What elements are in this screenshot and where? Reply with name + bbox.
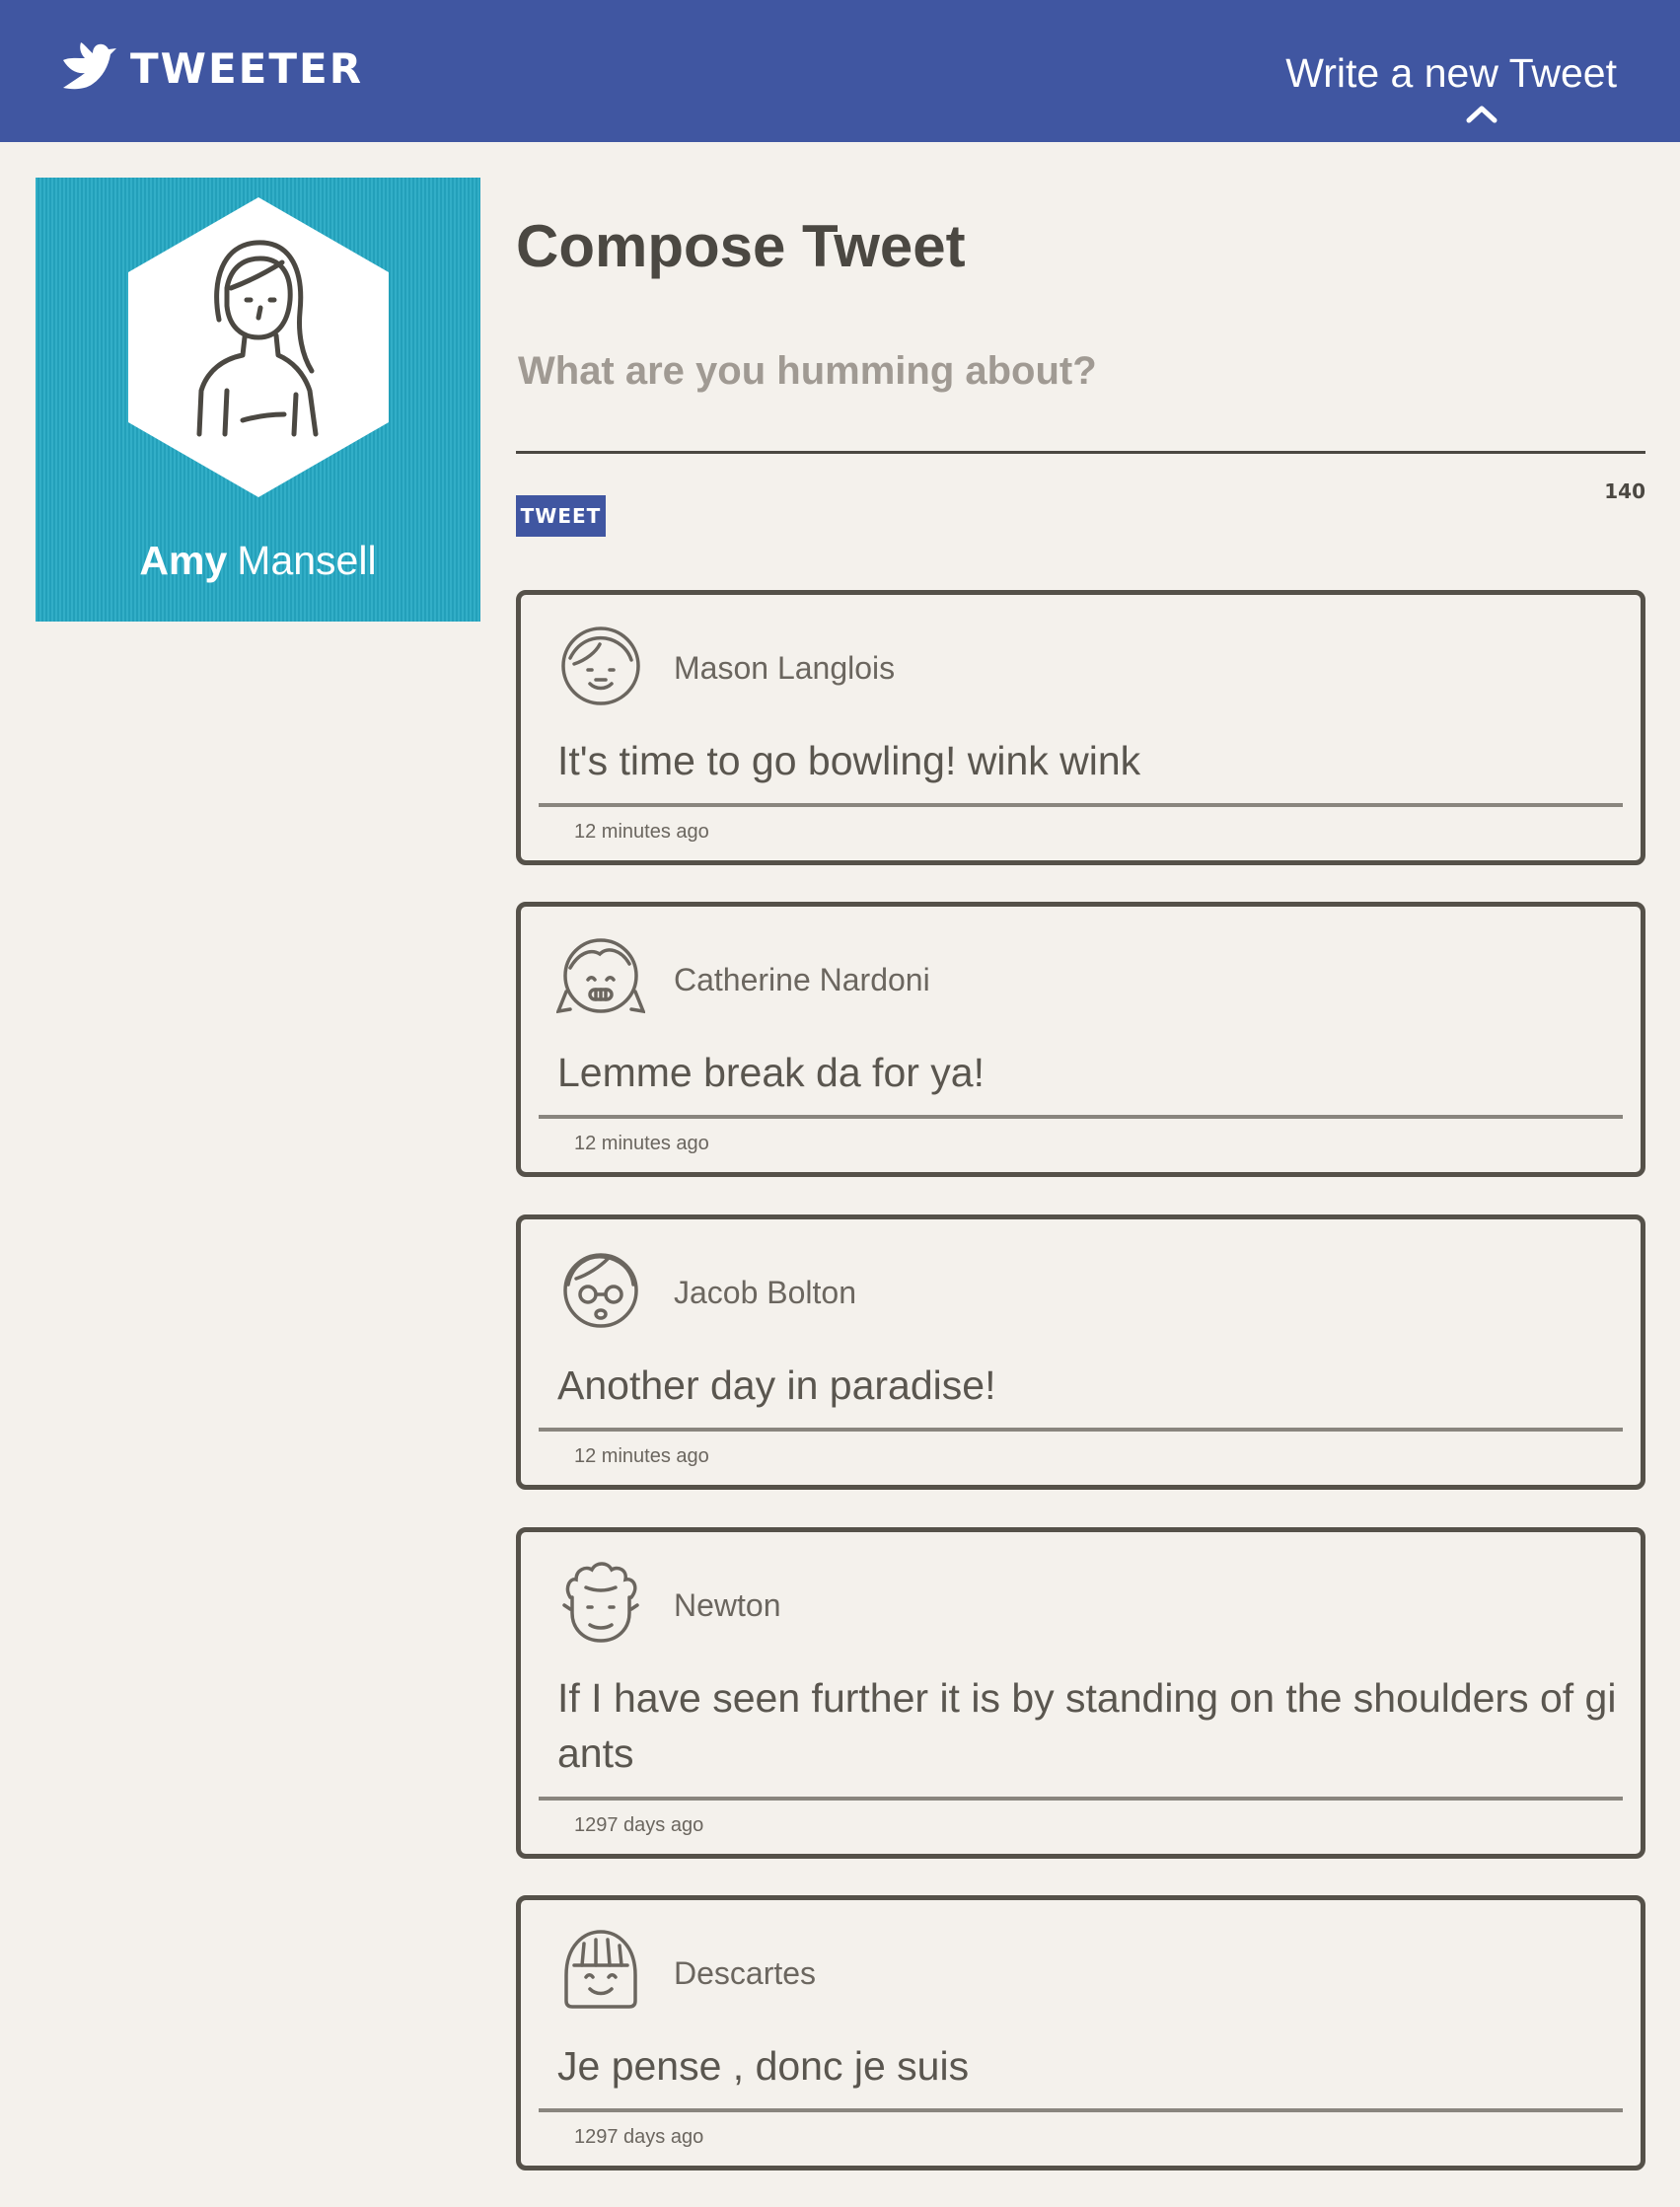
curly-hair-avatar-icon [562, 1562, 639, 1643]
tweet-timestamp: 12 minutes ago [574, 1445, 709, 1467]
brand-logo[interactable]: TWEETER [59, 39, 363, 99]
tweet-author: Catherine Nardoni [674, 962, 930, 997]
write-new-tweet-link[interactable]: Write a new Tweet [1285, 43, 1617, 123]
tweet-card: Newton If I have seen further it is by s… [516, 1527, 1645, 1859]
tweet-timestamp: 1297 days ago [574, 1814, 704, 1836]
tweet-timestamp: 12 minutes ago [574, 821, 709, 843]
tweet-card: Catherine Nardoni Lemme break da for ya!… [516, 902, 1645, 1177]
write-new-tweet-label: Write a new Tweet [1285, 50, 1617, 96]
tweet-timestamp: 12 minutes ago [574, 1133, 709, 1154]
profile-name: Amy Mansell [36, 533, 480, 588]
tweet-divider [539, 1797, 1623, 1801]
woman-avatar-icon [128, 197, 389, 497]
tweet-divider [539, 1428, 1623, 1432]
tweet-author: Newton [674, 1587, 781, 1623]
tweet-author: Jacob Bolton [674, 1275, 857, 1310]
girl-avatar-icon [556, 938, 645, 1014]
character-counter: 140 [1604, 479, 1645, 503]
compose-section: Compose Tweet TWEET 140 [516, 207, 1645, 537]
tweet-content: Lemme break da for ya! [557, 1050, 985, 1095]
bangs-avatar-icon [564, 1930, 637, 2009]
chevron-up-icon[interactable] [1465, 103, 1498, 124]
tweet-card: Jacob Bolton Another day in paradise! 12… [516, 1214, 1645, 1490]
glasses-avatar-icon [563, 1253, 638, 1328]
top-navbar: TWEETER Write a new Tweet [0, 0, 1680, 142]
profile-first-name: Amy [139, 538, 228, 583]
tweet-content: It's time to go bowling! wink wink [557, 738, 1141, 783]
tweet-timestamp: 1297 days ago [574, 2126, 704, 2148]
tweet-card: Descartes Je pense , donc je suis 1297 d… [516, 1895, 1645, 2170]
tweet-card: Mason Langlois It's time to go bowling! … [516, 590, 1645, 865]
bird-icon [63, 42, 116, 90]
profile-card: Amy Mansell [36, 178, 480, 622]
tweet-content: Je pense , donc je suis [557, 2043, 970, 2089]
brand-name: TWEETER [130, 44, 364, 93]
tweet-author: Descartes [674, 1955, 817, 1991]
tweet-content: If I have seen further it is by standing… [557, 1675, 1617, 1776]
tweet-content: Another day in paradise! [557, 1362, 996, 1408]
boy-avatar-icon [561, 626, 640, 705]
tweet-divider [539, 2108, 1623, 2112]
tweet-divider [539, 1115, 1623, 1119]
tweet-text-input[interactable] [516, 345, 1645, 454]
profile-last-name: Mansell [237, 538, 377, 583]
tweet-divider [539, 803, 1623, 807]
tweet-submit-button[interactable]: TWEET [516, 495, 606, 537]
compose-title: Compose Tweet [516, 213, 966, 279]
tweet-author: Mason Langlois [674, 650, 896, 686]
